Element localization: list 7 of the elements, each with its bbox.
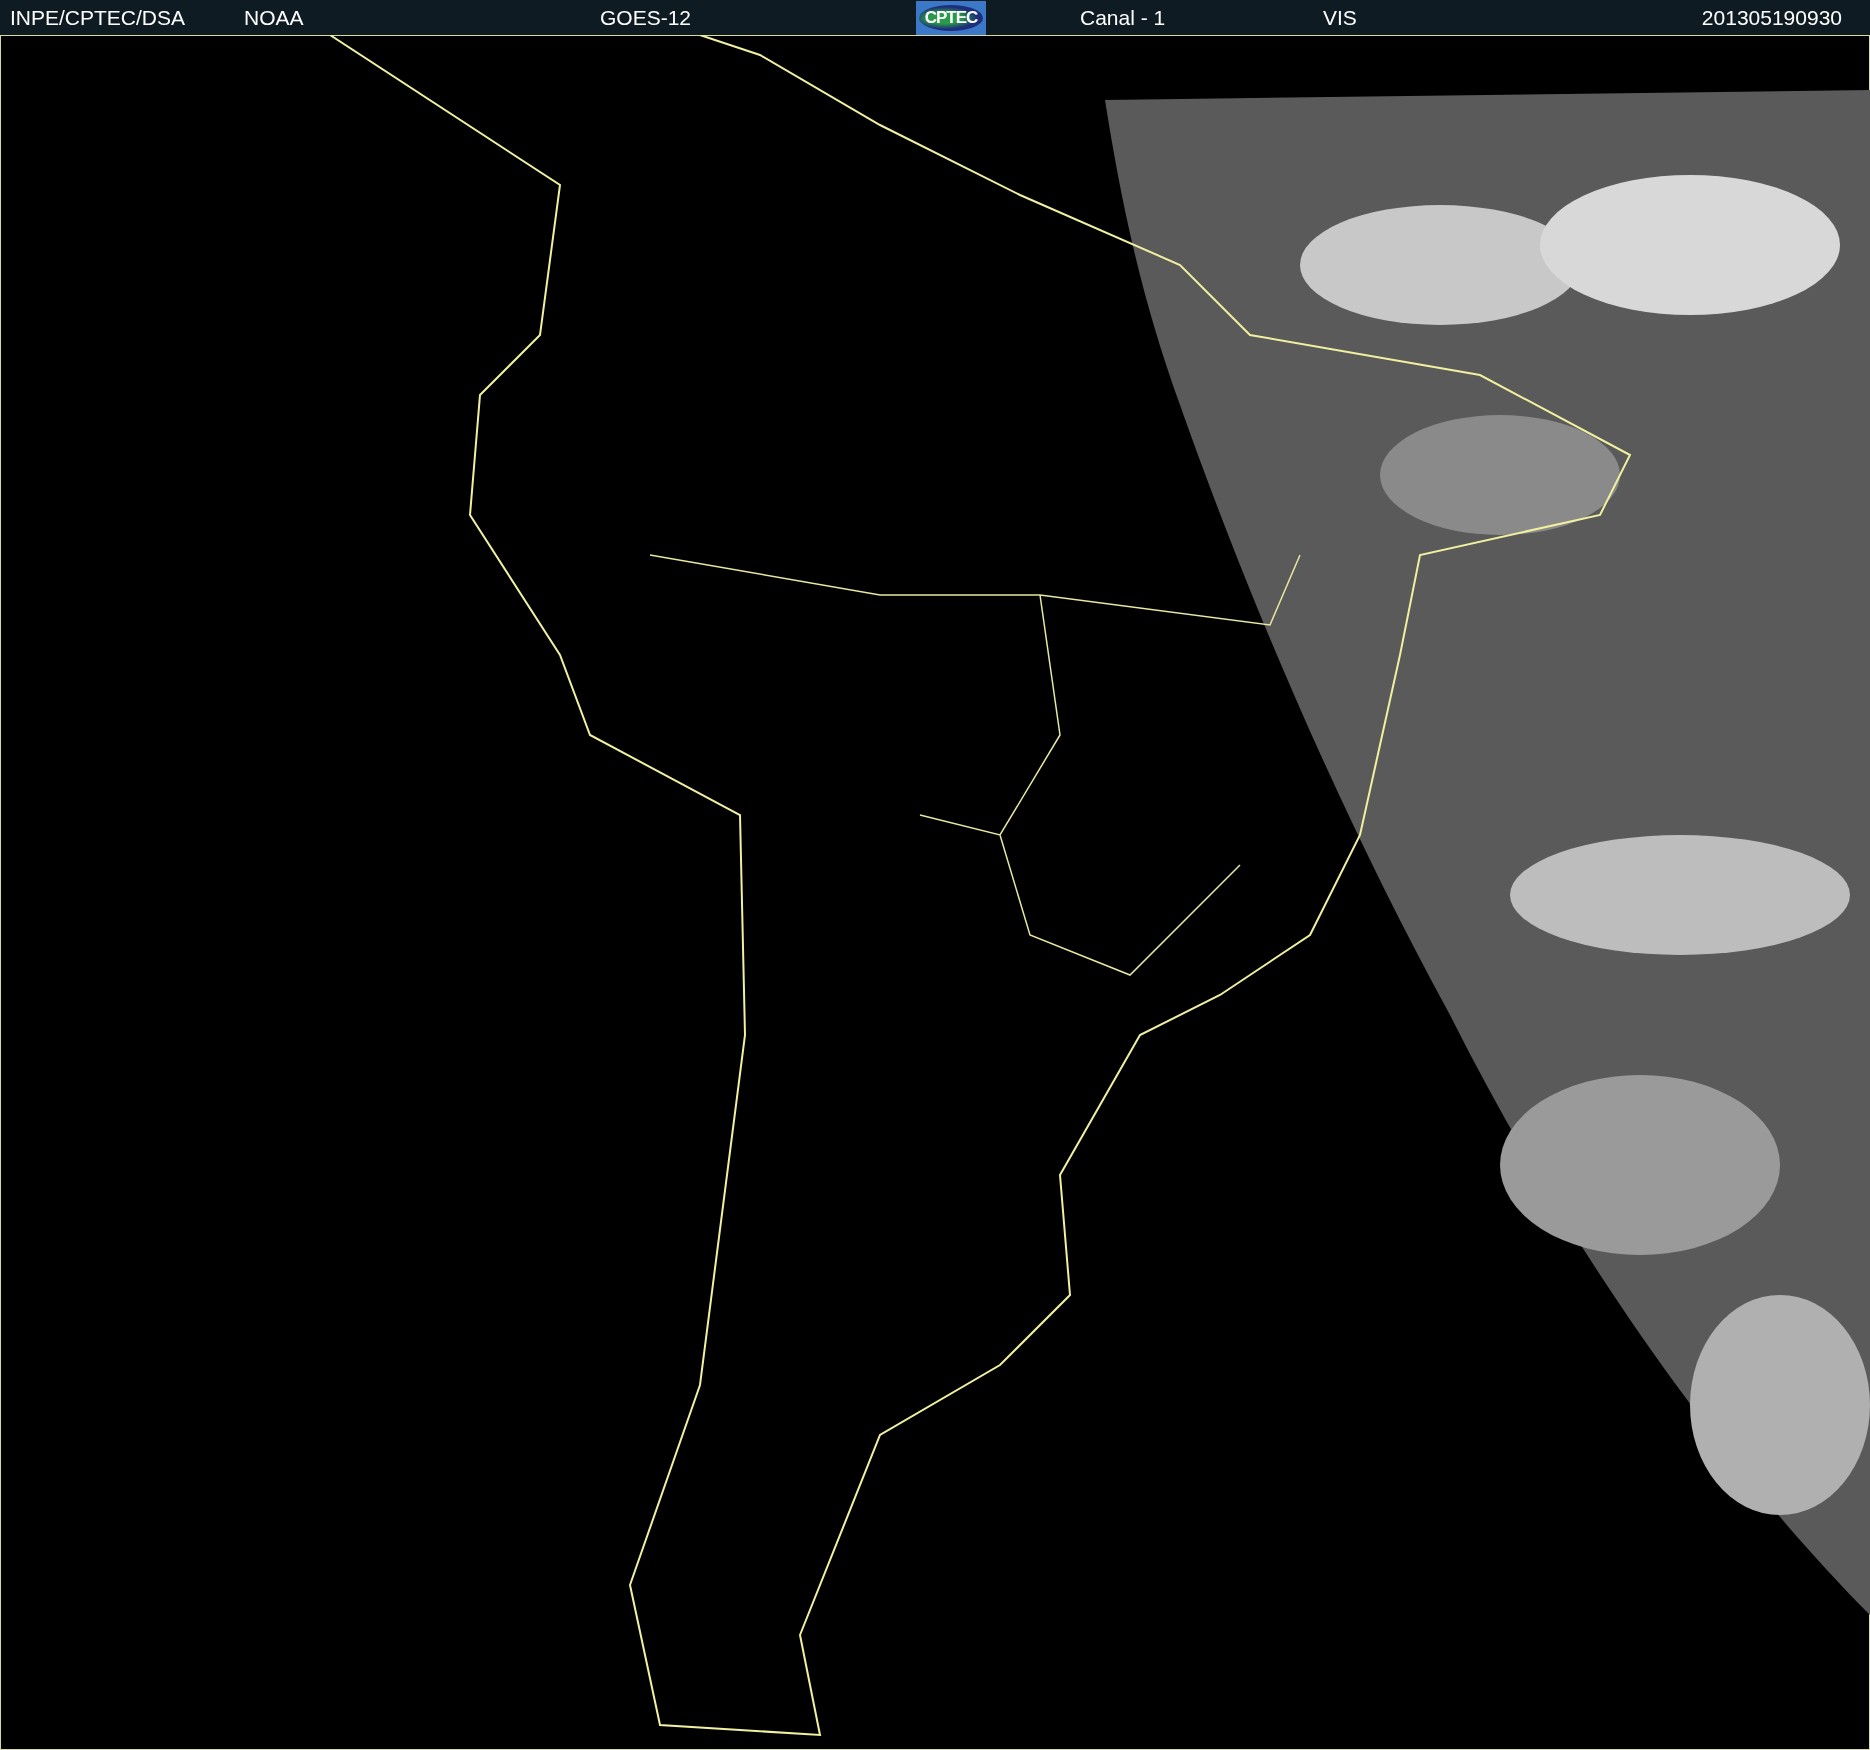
logo: CPTEC	[916, 0, 986, 35]
header-label: Canal - 1	[1080, 5, 1166, 29]
header-label: NOAA	[244, 5, 304, 29]
header-label: GOES-12	[600, 5, 692, 29]
header-label: 201305190930	[1701, 5, 1842, 29]
header-label: INPE/CPTEC/DSA	[10, 5, 186, 29]
header-label: VIS	[1323, 5, 1357, 29]
